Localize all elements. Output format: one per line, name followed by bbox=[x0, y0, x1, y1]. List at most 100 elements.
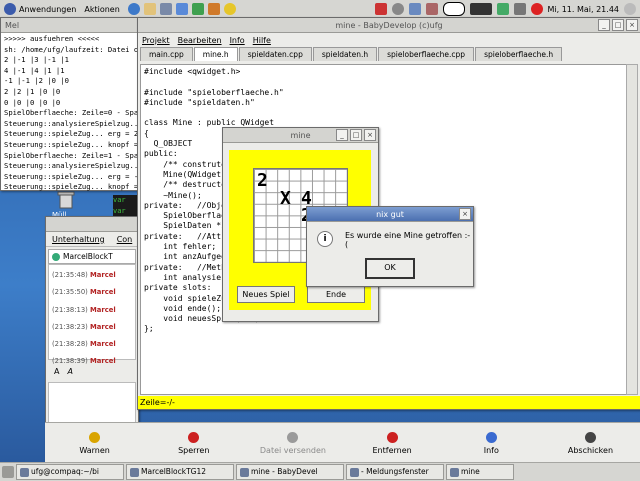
menu-contact[interactable]: Con bbox=[117, 235, 133, 244]
font-style-button[interactable]: A bbox=[67, 367, 72, 376]
mail-icon[interactable] bbox=[144, 3, 156, 15]
chat-titlebar[interactable] bbox=[46, 217, 138, 232]
terminal-line: Steuerung::spieleZug... erg = 2 bbox=[4, 129, 135, 140]
taskbar-button[interactable]: - Meldungsfenster bbox=[346, 464, 444, 480]
font-size-button[interactable]: A bbox=[54, 367, 59, 376]
vertical-scrollbar[interactable] bbox=[626, 64, 638, 395]
close-button[interactable]: × bbox=[364, 129, 376, 141]
taskbar-button[interactable]: MarcelBlockTG12 bbox=[126, 464, 234, 480]
speaker-icon[interactable] bbox=[514, 3, 526, 15]
workspace-switcher-icon[interactable] bbox=[470, 3, 492, 15]
toolbar-button-label: Abschicken bbox=[568, 446, 613, 455]
message-sender: Marcel bbox=[90, 288, 116, 296]
app-icon bbox=[450, 468, 459, 477]
terminal-window: Mel >>>>> ausfuehren <<<<<sh: /home/ufg/… bbox=[0, 17, 139, 191]
chat-message: (21:38:13) Marcel bbox=[52, 302, 132, 319]
menu-hilfe[interactable]: Hilfe bbox=[253, 36, 271, 45]
gear-icon[interactable] bbox=[392, 3, 404, 15]
entfernen-icon bbox=[387, 432, 398, 443]
power-icon[interactable] bbox=[624, 3, 636, 15]
tab-main-cpp[interactable]: main.cpp bbox=[140, 47, 193, 61]
toolbar-button-label: Info bbox=[484, 446, 499, 455]
tab-mine-h[interactable]: mine.h bbox=[194, 47, 238, 61]
alert-icon[interactable] bbox=[531, 3, 543, 15]
mine-cell[interactable]: X bbox=[280, 190, 291, 208]
clock[interactable]: Mi, 11. Mai, 21.44 bbox=[548, 5, 620, 14]
taskbar: ufg@compaq:~/biMarcelBlockTG12mine - Bab… bbox=[0, 462, 640, 481]
maximize-button[interactable]: □ bbox=[612, 19, 624, 31]
cell-value[interactable]: 2 bbox=[257, 172, 268, 190]
sperren-icon bbox=[188, 432, 199, 443]
accessories-icon[interactable] bbox=[426, 3, 438, 15]
message-time: (21:38:28) bbox=[52, 340, 88, 348]
chat-tab[interactable]: MarcelBlockT bbox=[48, 249, 136, 264]
chat-tab-label: MarcelBlockT bbox=[63, 252, 113, 261]
chat-message: (21:38:28) Marcel bbox=[52, 336, 132, 353]
code-line bbox=[144, 77, 626, 87]
chat-icon[interactable] bbox=[160, 3, 172, 15]
info-icon: i bbox=[317, 231, 333, 247]
editor-titlebar[interactable]: mine - BabyDevelop (c)ufg _ □ × bbox=[138, 18, 640, 33]
toolbar-abschicken-button[interactable]: Abschicken bbox=[541, 423, 640, 463]
code-line: class Mine : public QWidget bbox=[144, 118, 626, 128]
maximize-button[interactable]: □ bbox=[350, 129, 362, 141]
spreadsheet-icon[interactable] bbox=[192, 3, 204, 15]
browser-icon[interactable] bbox=[128, 3, 140, 15]
actions-menu[interactable]: Aktionen bbox=[80, 0, 123, 18]
editor-window-controls: _ □ × bbox=[598, 19, 638, 31]
menu-conversation[interactable]: Unterhaltung bbox=[52, 235, 105, 244]
message-time: (21:38:13) bbox=[52, 306, 88, 314]
toolbar-warnen-button[interactable]: Warnen bbox=[45, 423, 144, 463]
show-desktop-icon[interactable] bbox=[2, 466, 14, 478]
chat-history[interactable]: (21:35:48) Marcel(21:35:50) Marcel(21:38… bbox=[48, 264, 136, 360]
minimize-button[interactable]: _ bbox=[336, 129, 348, 141]
new-game-button[interactable]: Neues Spiel bbox=[237, 286, 295, 303]
message-sender: Marcel bbox=[90, 271, 116, 279]
terminal-output[interactable]: >>>>> ausfuehren <<<<<sh: /home/ufg/lauf… bbox=[1, 33, 138, 191]
app-icon bbox=[240, 468, 249, 477]
applications-menu-label: Anwendungen bbox=[19, 5, 76, 14]
presentation-icon[interactable] bbox=[208, 3, 220, 15]
tool-icon[interactable] bbox=[375, 3, 387, 15]
toolbar-entfernen-button[interactable]: Entfernen bbox=[343, 423, 442, 463]
ok-button[interactable]: OK bbox=[365, 258, 415, 279]
editor-tabs: main.cppmine.hspieldaten.cppspieldaten.h… bbox=[138, 47, 640, 61]
mine-title: mine bbox=[290, 131, 310, 140]
tab-spieloberflaeche-h[interactable]: spieloberflaeche.h bbox=[475, 47, 562, 61]
applications-menu[interactable]: Anwendungen bbox=[0, 0, 80, 18]
menu-info[interactable]: Info bbox=[230, 36, 245, 45]
help-icon[interactable] bbox=[224, 3, 236, 15]
end-button[interactable]: Ende bbox=[307, 286, 365, 303]
menu-bearbeiten[interactable]: Bearbeiten bbox=[178, 36, 222, 45]
close-button[interactable]: × bbox=[626, 19, 638, 31]
terminal-line: Steuerung::spieleZug... knopf = 1 bbox=[4, 182, 135, 191]
dialog-window-controls: × bbox=[459, 208, 471, 220]
toolbar-info-button[interactable]: Info bbox=[442, 423, 541, 463]
trash-icon[interactable] bbox=[56, 190, 76, 210]
terminal-line: 4 |-1 |4 |1 |1 bbox=[4, 66, 135, 77]
tab-spieldaten-cpp[interactable]: spieldaten.cpp bbox=[239, 47, 312, 61]
close-button[interactable]: × bbox=[459, 208, 471, 220]
editor-icon[interactable] bbox=[409, 3, 421, 15]
minimize-button[interactable]: _ bbox=[598, 19, 610, 31]
toolbar-sperren-button[interactable]: Sperren bbox=[144, 423, 243, 463]
tab-spieloberflaeche-cpp[interactable]: spieloberflaeche.cpp bbox=[378, 47, 474, 61]
code-line: { bbox=[144, 129, 626, 139]
toolbar-datei-versenden-button[interactable]: Datei versenden bbox=[243, 423, 342, 463]
word-processor-icon[interactable] bbox=[176, 3, 188, 15]
warnen-icon bbox=[89, 432, 100, 443]
tab-spieldaten-h[interactable]: spieldaten.h bbox=[313, 47, 377, 61]
terminal-line: Steuerung::spieleZug... knopf = 1 bbox=[4, 140, 135, 151]
terminal-titlebar[interactable]: Mel bbox=[1, 18, 138, 33]
terminal-line: 2 |2 |1 |0 |0 bbox=[4, 87, 135, 98]
taskbar-button[interactable]: ufg@compaq:~/bi bbox=[16, 464, 124, 480]
taskbar-button[interactable]: mine bbox=[446, 464, 514, 480]
gnome-foot-icon bbox=[4, 3, 16, 15]
menu-projekt[interactable]: Projekt bbox=[142, 36, 170, 45]
eyes-icon bbox=[443, 2, 465, 16]
dialog-titlebar[interactable]: nix gut × bbox=[307, 207, 473, 222]
taskbar-button[interactable]: mine - BabyDevel bbox=[236, 464, 344, 480]
toolbar-button-label: Datei versenden bbox=[260, 446, 326, 455]
terminal-line: Steuerung::analysiereSpielzug... x bbox=[4, 119, 135, 130]
mine-titlebar[interactable]: mine _ □ × bbox=[223, 128, 378, 143]
